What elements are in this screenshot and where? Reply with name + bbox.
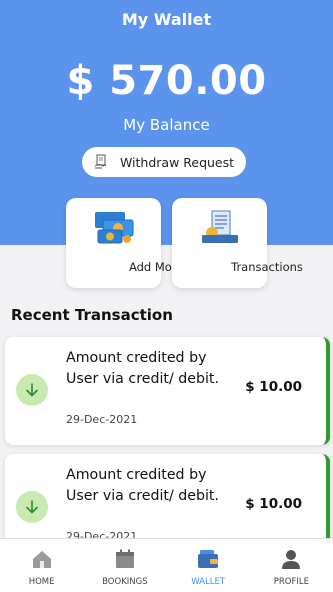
person-icon bbox=[280, 549, 302, 573]
withdraw-request-button[interactable]: Withdraw Request bbox=[82, 147, 246, 177]
bottom-nav: HOME BOOKINGS WALLET PROFILE bbox=[0, 538, 333, 592]
nav-label-home: HOME bbox=[28, 577, 55, 587]
wallet-icon bbox=[197, 549, 219, 573]
nav-item-bookings[interactable]: BOOKINGS bbox=[83, 539, 166, 592]
transaction-date: 29-Dec-2021 bbox=[66, 413, 138, 426]
add-money-card[interactable]: Add Money bbox=[66, 198, 193, 288]
section-title: Recent Transaction bbox=[11, 306, 173, 324]
transactions-card[interactable]: Transactions bbox=[172, 198, 303, 288]
transaction-description: Amount credited by User via credit/ debi… bbox=[66, 467, 219, 504]
calendar-icon bbox=[114, 549, 136, 573]
nav-label-wallet: WALLET bbox=[191, 577, 226, 587]
money-bills-icon bbox=[92, 208, 136, 252]
withdraw-icon bbox=[94, 154, 108, 170]
transaction-amount: $ 10.00 bbox=[245, 379, 302, 395]
balance-amount: $ 570.00 bbox=[66, 58, 267, 104]
nav-item-wallet[interactable]: WALLET bbox=[167, 539, 250, 592]
transaction-item[interactable]: Amount credited by User via credit/ debi… bbox=[5, 337, 330, 445]
transaction-description: Amount credited by User via credit/ debi… bbox=[66, 350, 219, 387]
balance-label: My Balance bbox=[123, 116, 210, 134]
page-title: My Wallet bbox=[121, 10, 212, 29]
home-icon bbox=[31, 549, 53, 573]
arrow-down-icon bbox=[16, 374, 48, 406]
nav-item-profile[interactable]: PROFILE bbox=[250, 539, 333, 592]
nav-label-bookings: BOOKINGS bbox=[102, 577, 148, 587]
transactions-receipt-icon bbox=[198, 208, 242, 252]
arrow-down-icon bbox=[16, 491, 48, 523]
withdraw-label: Withdraw Request bbox=[119, 154, 235, 170]
nav-label-profile: PROFILE bbox=[273, 577, 309, 587]
wallet-header: My Wallet $ 570.00 My Balance Withdraw R… bbox=[0, 0, 333, 245]
transactions-label: Transactions bbox=[231, 260, 303, 274]
transaction-amount: $ 10.00 bbox=[245, 496, 302, 512]
nav-item-home[interactable]: HOME bbox=[0, 539, 83, 592]
